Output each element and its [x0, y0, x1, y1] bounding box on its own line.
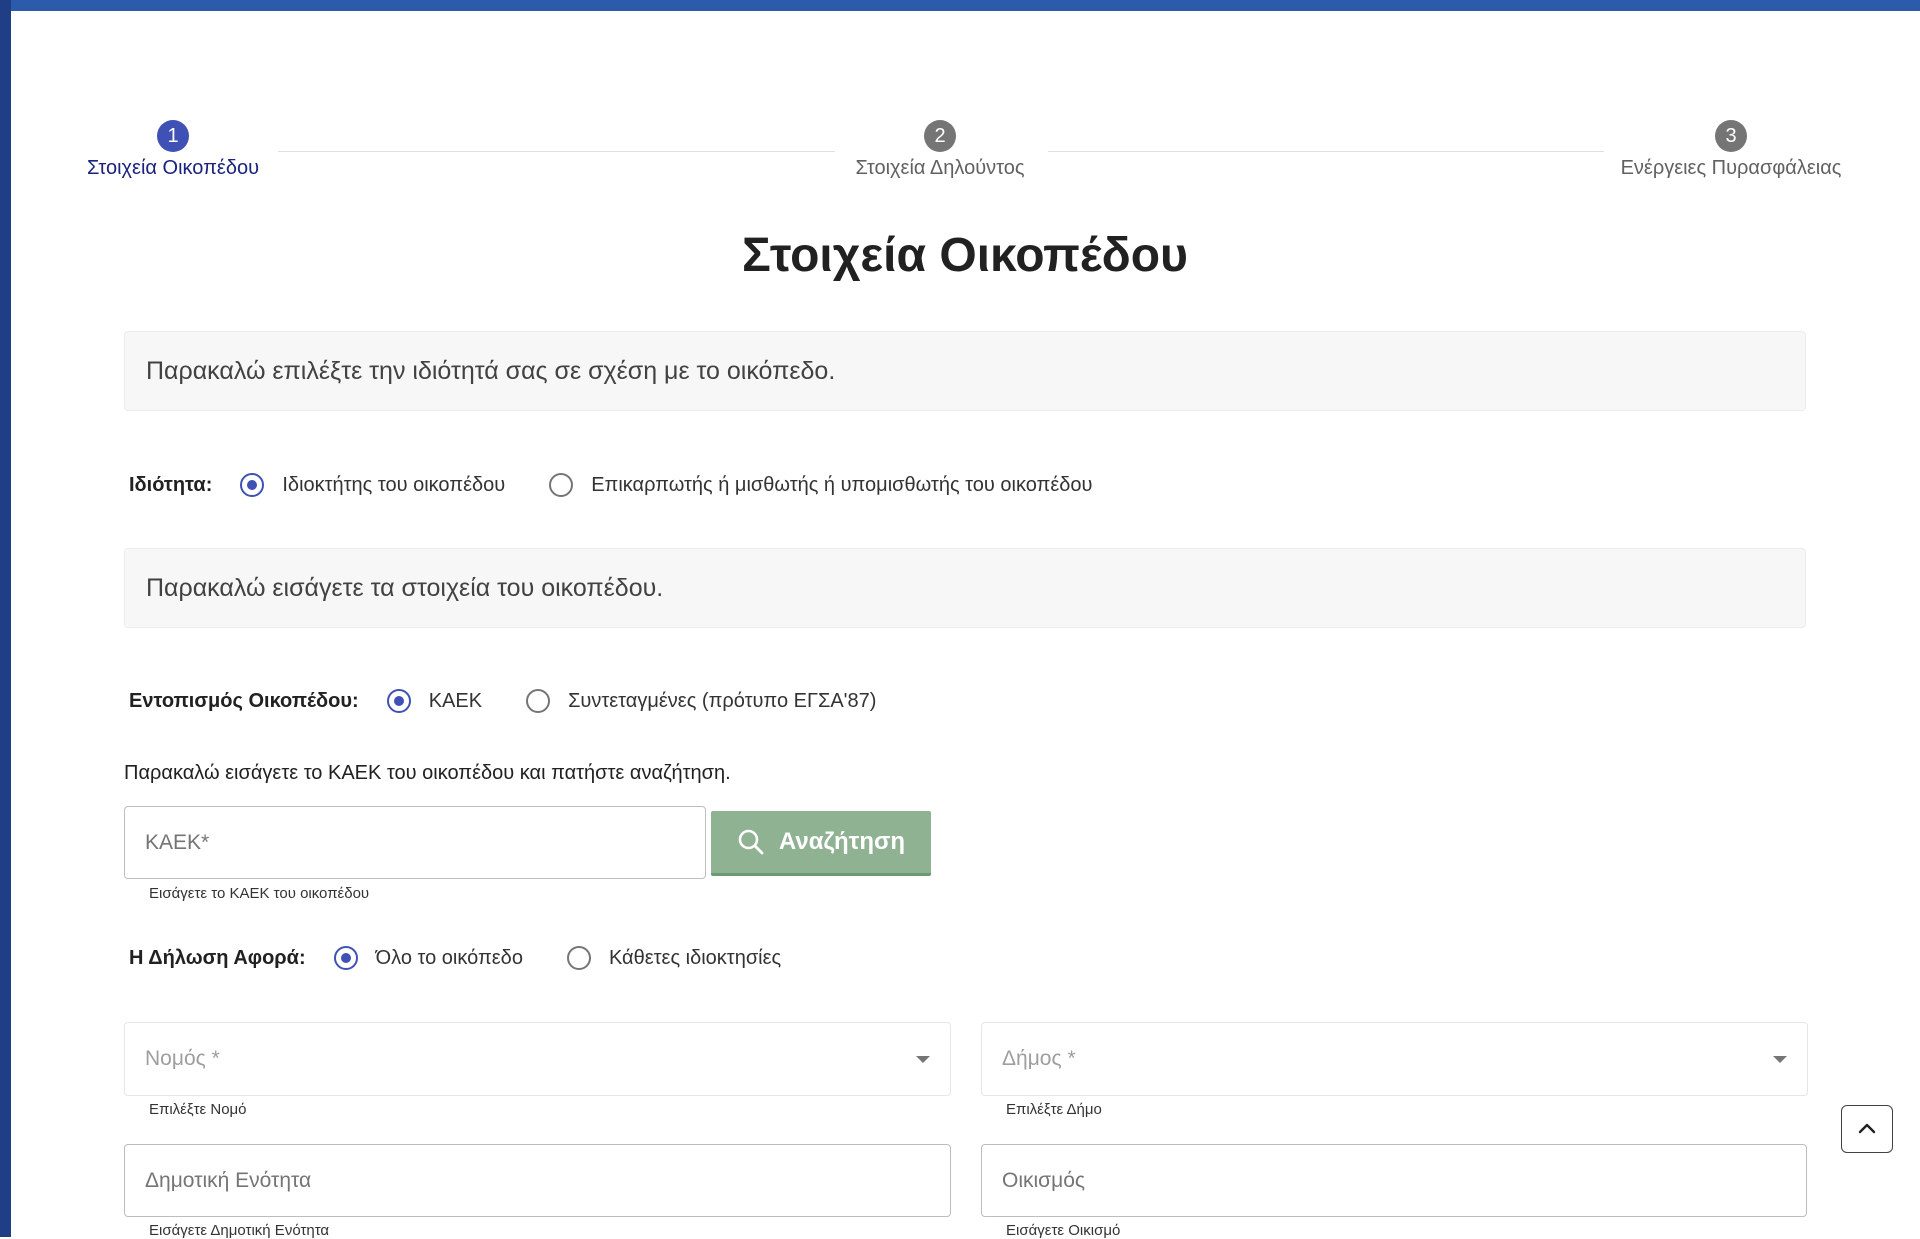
- step-label: Ενέργειες Πυρασφάλειας: [1620, 157, 1842, 179]
- scroll-top-button[interactable]: [1841, 1105, 1893, 1153]
- municipal-unit-helper-text: Εισάγετε Δημοτική Ενότητα: [149, 1222, 330, 1239]
- municipal-unit-input[interactable]: [124, 1144, 951, 1217]
- plot-info-message: Παρακαλώ εισάγετε τα στοιχεία του οικοπέ…: [124, 548, 1806, 628]
- radio-unchecked-icon[interactable]: [566, 946, 591, 970]
- stepper-connector: [278, 151, 835, 152]
- declaration-radio-group: Η Δήλωση Αφορά: Όλο το οικόπεδο Κάθετες …: [129, 941, 825, 975]
- step-number: 1: [157, 120, 189, 152]
- stepper-connector: [1048, 151, 1604, 152]
- property-label: Ιδιότητα:: [129, 473, 213, 496]
- property-info-message: Παρακαλώ επιλέξτε την ιδιότητά σας σε σχ…: [124, 331, 1806, 411]
- radio-checked-icon[interactable]: [333, 946, 358, 970]
- step-3[interactable]: 3 Ενέργειες Πυρασφάλειας: [1610, 120, 1852, 180]
- radio-owner[interactable]: Ιδιοκτήτης του οικοπέδου: [240, 473, 505, 497]
- settlement-helper-text: Εισάγετε Οικισμό: [1006, 1222, 1121, 1239]
- step-number: 2: [924, 120, 956, 152]
- step-number: 3: [1715, 120, 1747, 152]
- prefecture-helper-text: Επιλέξτε Νομό: [149, 1101, 247, 1118]
- radio-owner-label: Ιδιοκτήτης του οικοπέδου: [282, 473, 506, 496]
- kaek-helper-text: Εισάγετε το ΚΑΕΚ του οικοπέδου: [149, 885, 370, 902]
- radio-tenant[interactable]: Επικαρπωτής ή μισθωτής ή υπομισθωτής του…: [549, 473, 1092, 497]
- radio-tenant-label: Επικαρπωτής ή μισθωτής ή υπομισθωτής του…: [591, 473, 1093, 496]
- radio-coordinates-label: Συντεταγμένες (πρότυπο ΕΓΣΑ'87): [568, 689, 877, 712]
- declaration-label: Η Δήλωση Αφορά:: [129, 946, 306, 969]
- municipality-select[interactable]: Δήμος *: [981, 1022, 1808, 1096]
- kaek-instruction: Παρακαλώ εισάγετε το ΚΑΕΚ του οικοπέδου …: [124, 762, 731, 784]
- search-button-label: Αναζήτηση: [778, 828, 906, 855]
- stepper: 1 Στοιχεία Οικοπέδου 2 Στοιχεία Δηλούντο…: [0, 0, 1920, 200]
- radio-whole-plot[interactable]: Όλο το οικόπεδο: [333, 946, 523, 970]
- municipality-helper-text: Επιλέξτε Δήμο: [1006, 1101, 1102, 1118]
- radio-vertical-properties-label: Κάθετες ιδιοκτησίες: [608, 946, 782, 969]
- location-radio-group: Εντοπισμός Οικοπέδου: ΚΑΕΚ Συντεταγμένες…: [129, 684, 920, 718]
- dropdown-arrow-icon: [1773, 1055, 1787, 1063]
- municipality-placeholder: Δήμος *: [1002, 1047, 1076, 1070]
- step-label: Στοιχεία Δηλούντος: [855, 157, 1025, 179]
- radio-unchecked-icon[interactable]: [549, 473, 574, 497]
- radio-kaek-label: ΚΑΕΚ: [428, 689, 483, 712]
- radio-checked-icon[interactable]: [386, 689, 411, 713]
- chevron-up-icon: [1856, 1118, 1878, 1140]
- dropdown-arrow-icon: [916, 1055, 930, 1063]
- settlement-input[interactable]: [981, 1144, 1807, 1217]
- step-label: Στοιχεία Οικοπέδου: [86, 157, 260, 179]
- search-button[interactable]: Αναζήτηση: [711, 811, 931, 876]
- page-title: Στοιχεία Οικοπέδου: [742, 229, 1188, 282]
- property-radio-group: Ιδιότητα: Ιδιοκτήτης του οικοπέδου Επικα…: [129, 468, 1136, 502]
- radio-whole-plot-label: Όλο το οικόπεδο: [375, 946, 523, 969]
- step-2[interactable]: 2 Στοιχεία Δηλούντος: [840, 120, 1040, 180]
- step-1[interactable]: 1 Στοιχεία Οικοπέδου: [78, 120, 268, 180]
- prefecture-placeholder: Νομός *: [145, 1047, 220, 1070]
- radio-vertical-properties[interactable]: Κάθετες ιδιοκτησίες: [566, 946, 782, 970]
- radio-coordinates[interactable]: Συντεταγμένες (πρότυπο ΕΓΣΑ'87): [526, 689, 876, 713]
- location-label: Εντοπισμός Οικοπέδου:: [129, 689, 359, 712]
- radio-unchecked-icon[interactable]: [526, 689, 551, 713]
- prefecture-select[interactable]: Νομός *: [124, 1022, 951, 1096]
- radio-kaek[interactable]: ΚΑΕΚ: [386, 689, 483, 713]
- search-icon: [737, 828, 765, 856]
- radio-checked-icon[interactable]: [240, 473, 265, 497]
- kaek-input[interactable]: [124, 806, 706, 879]
